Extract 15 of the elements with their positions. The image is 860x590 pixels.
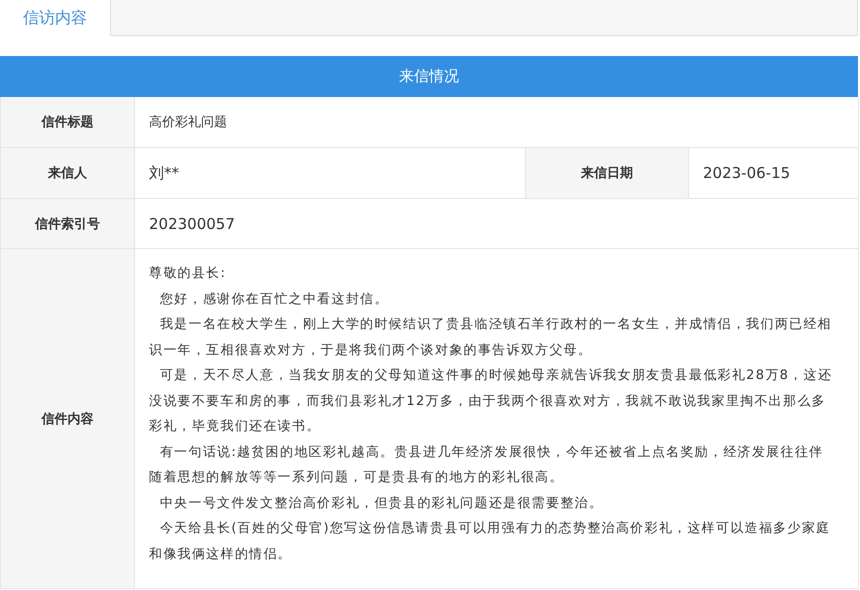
field-label: 来信日期 — [526, 148, 689, 199]
letter-paragraph: 可是，天不尽人意，当我女朋友的父母知道这件事的时候她母亲就告诉我女朋友贵县最低彩礼28万8，这还没说要不要车和房的事，而我们县彩礼才12万多，由于我两个很喜欢对方，我就不敢说我家里掏不出那么多彩礼，毕竟我们还在读书。 — [149, 367, 834, 436]
field-label: 信件索引号 — [1, 199, 135, 249]
field-label: 信件内容 — [1, 249, 135, 589]
field-value: 202300057 — [135, 199, 859, 249]
letter-paragraph: 我是一名在校大学生，刚上大学的时候结识了贵县临泾镇石羊行政村的一名女生，并成情侣，我们两已经相识一年，互相很喜欢对方，于是将我们两个谈对象的事告诉双方父母。 — [149, 316, 833, 360]
field-value: 2023-06-15 — [689, 148, 859, 199]
letter-paragraph: 尊敬的县长: — [149, 265, 228, 283]
letter-paragraph: 您好，感谢你在百忙之中看这封信。 — [158, 290, 390, 308]
field-label: 信件标题 — [1, 97, 135, 148]
letter-paragraph: 有一句话说:越贫困的地区彩礼越高。贵县进几年经济发展很快，今年还被省上点名奖励，经济发展往往伴随着思想的解放等等一系列问题，可是贵县有的地方的彩礼很高。 — [149, 444, 824, 487]
letter-paragraph: 中央一号文件发文整治高价彩礼，但贵县的彩礼问题还是很需要整治。 — [158, 494, 604, 512]
letter-paragraph: 今天给县长(百姓的父母官)您写这份信恳请贵县可以用强有力的态势整治高价彩礼，这样可以造福多少家庭和像我俩这样的情侣。 — [149, 520, 832, 564]
section-header: 来信情况 — [0, 56, 858, 97]
field-label: 来信人 — [1, 148, 135, 199]
